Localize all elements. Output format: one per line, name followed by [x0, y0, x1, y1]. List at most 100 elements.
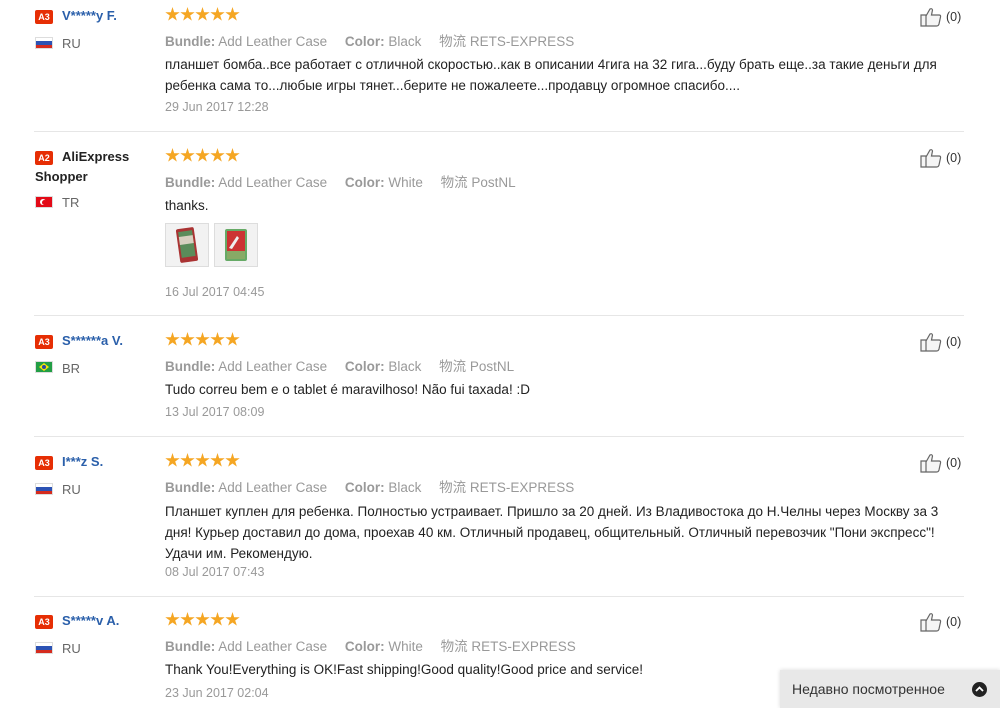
- bundle-label: Bundle:: [165, 480, 216, 495]
- helpful-count: (0): [946, 615, 962, 629]
- buyer-name[interactable]: V*****y F.: [62, 8, 117, 23]
- chevron-up-icon[interactable]: [972, 682, 987, 697]
- review-photo-thumbnail[interactable]: [165, 223, 209, 267]
- order-info: Bundle: Add Leather Case Color: Black 物流…: [165, 355, 514, 375]
- review-text: планшет бомба..все работает с отличной с…: [165, 57, 937, 93]
- star-rating: [165, 332, 240, 348]
- star-icon: [195, 453, 210, 467]
- star-icon: [180, 612, 195, 626]
- bundle-label: Bundle:: [165, 359, 216, 374]
- shipping-value: RETS-EXPRESS: [469, 34, 575, 49]
- review-text: Tudo correu bem e o tablet é maravilhoso…: [165, 382, 530, 397]
- star-icon: [210, 7, 225, 21]
- buyer-country: BR: [62, 361, 81, 376]
- order-info: Bundle: Add Leather Case Color: Black 物流…: [165, 30, 574, 50]
- review-date: 29 Jun 2017 12:28: [165, 100, 269, 114]
- shipping-value: RETS-EXPRESS: [471, 639, 576, 654]
- bundle-value: Add Leather Case: [218, 359, 328, 374]
- order-info: Bundle: Add Leather Case Color: White 物流…: [165, 635, 576, 655]
- shipping-label: 物流: [439, 34, 467, 49]
- helpful-count: (0): [946, 10, 962, 24]
- buyer-name: AliExpress: [62, 149, 130, 164]
- buyer-name[interactable]: I***z S.: [62, 454, 103, 469]
- star-icon: [210, 453, 225, 467]
- buyer-country: RU: [62, 641, 81, 656]
- thumbs-up-icon: [920, 8, 942, 27]
- star-icon: [180, 148, 195, 162]
- star-icon: [225, 612, 240, 626]
- star-icon: [210, 332, 225, 346]
- thumbs-up-icon: [920, 613, 942, 632]
- color-label: Color:: [344, 480, 385, 495]
- thumbs-up-icon: [920, 333, 942, 352]
- star-icon: [180, 332, 195, 346]
- star-icon: [165, 148, 180, 162]
- buyer-country: RU: [62, 482, 81, 497]
- buyer-level-badge: A3: [35, 456, 53, 470]
- star-icon: [165, 453, 180, 467]
- star-icon: [225, 453, 240, 467]
- tablet-photo-image: [215, 224, 257, 266]
- shipping-label: 物流: [440, 175, 468, 190]
- order-info: Bundle: Add Leather Case Color: Black 物流…: [165, 476, 574, 496]
- helpful-count: (0): [946, 456, 962, 470]
- review-divider: [34, 596, 964, 597]
- star-icon: [195, 332, 210, 346]
- buyer-level-badge: A3: [35, 615, 53, 629]
- flag-tr-icon: [35, 196, 53, 208]
- star-icon: [180, 453, 195, 467]
- star-icon: [225, 332, 240, 346]
- review-divider: [34, 436, 964, 437]
- bundle-value: Add Leather Case: [218, 34, 328, 49]
- buyer-name-line2: Shopper: [35, 169, 88, 184]
- shipping-value: PostNL: [471, 175, 516, 190]
- helpful-count: (0): [946, 151, 962, 165]
- review-date: 23 Jun 2017 02:04: [165, 686, 269, 700]
- helpful-count: (0): [946, 335, 962, 349]
- buyer-country: TR: [62, 195, 80, 210]
- recently-viewed-tab[interactable]: Недавно посмотренное: [780, 670, 1000, 708]
- bundle-label: Bundle:: [165, 175, 216, 190]
- shipping-value: RETS-EXPRESS: [469, 480, 575, 495]
- star-icon: [165, 612, 180, 626]
- color-label: Color:: [344, 639, 385, 654]
- star-icon: [225, 7, 240, 21]
- star-icon: [180, 7, 195, 21]
- star-icon: [210, 148, 225, 162]
- color-value: White: [388, 175, 423, 190]
- review-text: thanks.: [165, 198, 209, 213]
- star-icon: [225, 148, 240, 162]
- bundle-value: Add Leather Case: [218, 480, 328, 495]
- color-value: Black: [388, 480, 422, 495]
- star-icon: [165, 332, 180, 346]
- star-rating: [165, 453, 240, 469]
- shipping-label: 物流: [439, 359, 467, 374]
- star-icon: [165, 7, 180, 21]
- color-label: Color:: [344, 34, 385, 49]
- buyer-level-badge: A3: [35, 10, 53, 24]
- buyer-name[interactable]: S******a V.: [62, 333, 123, 348]
- flag-br-icon: [35, 361, 53, 373]
- review-divider: [34, 131, 964, 132]
- review-date: 08 Jul 2017 07:43: [165, 565, 265, 579]
- thumbs-up-icon: [920, 454, 942, 473]
- star-icon: [210, 612, 225, 626]
- color-label: Color:: [344, 359, 385, 374]
- color-label: Color:: [344, 175, 385, 190]
- buyer-name[interactable]: S*****v A.: [62, 613, 119, 628]
- color-value: Black: [388, 34, 422, 49]
- flag-ru-icon: [35, 642, 53, 654]
- recently-viewed-label: Недавно посмотренное: [792, 681, 945, 697]
- buyer-level-badge: A2: [35, 151, 53, 165]
- review-photo-thumbnail[interactable]: [214, 223, 258, 267]
- shipping-label: 物流: [439, 480, 467, 495]
- flag-ru-icon: [35, 483, 53, 495]
- star-icon: [195, 148, 210, 162]
- color-value: Black: [388, 359, 422, 374]
- review-date: 13 Jul 2017 08:09: [165, 405, 265, 419]
- bundle-value: Add Leather Case: [218, 639, 328, 654]
- shipping-label: 物流: [440, 639, 468, 654]
- color-value: White: [388, 639, 423, 654]
- thumbs-up-icon: [920, 149, 942, 168]
- shipping-value: PostNL: [469, 359, 515, 374]
